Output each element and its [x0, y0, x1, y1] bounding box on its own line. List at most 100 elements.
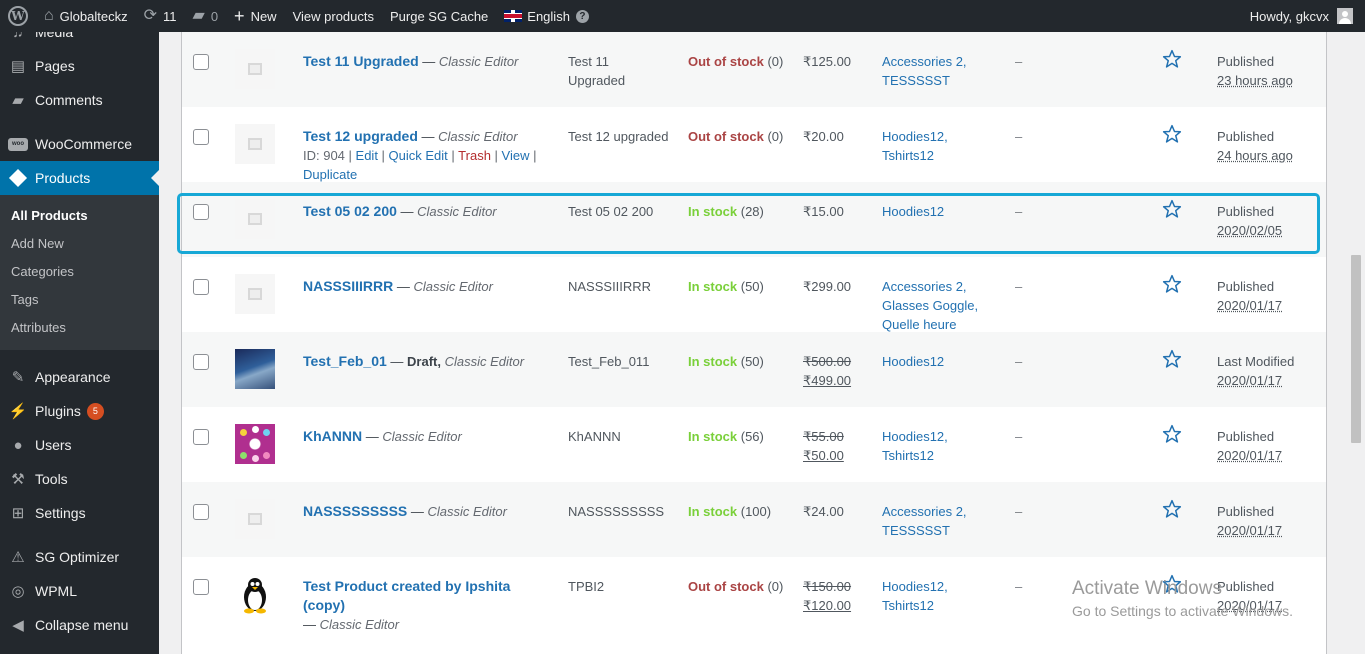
table-row: Test 05 02 200 — Classic Editor Test 05 …: [182, 182, 1326, 257]
wordpress-logo-menu[interactable]: W: [0, 0, 36, 32]
row-checkbox[interactable]: [193, 204, 209, 220]
product-thumbnail[interactable]: [235, 124, 275, 164]
featured-star-icon[interactable]: [1162, 124, 1182, 149]
tags-cell: –: [1015, 54, 1023, 69]
collapse-menu-button[interactable]: ◀ Collapse menu: [0, 608, 159, 642]
featured-star-icon[interactable]: [1162, 199, 1182, 224]
product-name-link[interactable]: Test 12 upgraded: [303, 128, 418, 144]
category-link[interactable]: Accessories 2,: [882, 54, 967, 69]
duplicate-link[interactable]: Duplicate: [303, 167, 357, 182]
submenu-attributes[interactable]: Attributes: [0, 314, 159, 342]
product-name-link[interactable]: NASSSSSSSSS: [303, 503, 407, 519]
image-placeholder-icon: [248, 288, 262, 300]
language-switcher[interactable]: English ?: [496, 0, 597, 32]
menu-products[interactable]: Products: [0, 161, 159, 195]
view-products-link[interactable]: View products: [285, 0, 382, 32]
category-link[interactable]: Glasses Goggle,: [882, 298, 978, 313]
menu-sg-optimizer[interactable]: ⚠ SG Optimizer: [0, 540, 159, 574]
product-thumbnail-penguin[interactable]: [235, 574, 275, 614]
product-thumbnail[interactable]: [235, 499, 275, 539]
menu-users[interactable]: ● Users: [0, 428, 159, 462]
menu-tools[interactable]: ⚒ Tools: [0, 462, 159, 496]
menu-appearance[interactable]: ✎ Appearance: [0, 360, 159, 394]
comment-bubble-icon: ▰: [192, 7, 205, 24]
featured-star-icon[interactable]: [1162, 49, 1182, 74]
view-link[interactable]: View: [502, 148, 530, 163]
menu-wpml-label: WPML: [35, 583, 77, 599]
featured-star-icon[interactable]: [1162, 349, 1182, 374]
category-link[interactable]: Hoodies12,: [882, 429, 948, 444]
name-separator: —: [393, 279, 414, 294]
row-checkbox[interactable]: [193, 354, 209, 370]
category-link[interactable]: Tshirts12: [882, 598, 934, 613]
updates-link[interactable]: ⟳ 11: [136, 0, 185, 32]
sale-price: ₹499.00: [803, 373, 852, 388]
menu-settings-label: Settings: [35, 505, 86, 521]
stock-qty: (100): [737, 504, 772, 519]
site-name-link[interactable]: ⌂ Globalteckz: [36, 0, 136, 32]
regular-price: ₹150.00: [803, 579, 852, 594]
product-name-link[interactable]: KhANNN: [303, 428, 362, 444]
menu-wpml[interactable]: ◎ WPML: [0, 574, 159, 608]
product-name-link[interactable]: Test_Feb_01: [303, 353, 387, 369]
account-menu[interactable]: Howdy, gkcvx: [1250, 8, 1365, 24]
editor-label: Classic Editor: [438, 129, 518, 144]
category-link[interactable]: TESSSSST: [882, 523, 950, 538]
category-link[interactable]: Hoodies12: [882, 204, 944, 219]
table-row: NASSSIIIRRR — Classic Editor NASSSIIIRRR…: [182, 257, 1326, 332]
row-checkbox[interactable]: [193, 504, 209, 520]
menu-settings[interactable]: ⊞ Settings: [0, 496, 159, 530]
activate-windows-watermark: Activate Windows Go to Settings to activ…: [1072, 578, 1293, 619]
featured-star-icon[interactable]: [1162, 499, 1182, 524]
category-link[interactable]: Hoodies12,: [882, 579, 948, 594]
page-scrollbar[interactable]: [1347, 32, 1365, 654]
purge-cache-link[interactable]: Purge SG Cache: [382, 0, 496, 32]
menu-woocommerce[interactable]: woo WooCommerce: [0, 127, 159, 161]
product-thumbnail[interactable]: [235, 49, 275, 89]
product-name-link[interactable]: Test 05 02 200: [303, 203, 397, 219]
sku-cell: KhANNN: [568, 427, 678, 446]
category-link[interactable]: Tshirts12: [882, 448, 934, 463]
product-name-link[interactable]: Test Product created by Ipshita (copy): [303, 578, 510, 613]
submenu-tags[interactable]: Tags: [0, 286, 159, 314]
new-label: New: [250, 8, 277, 24]
product-name-link[interactable]: Test 11 Upgraded: [303, 53, 419, 69]
category-link[interactable]: Tshirts12: [882, 148, 934, 163]
product-name-link[interactable]: NASSSIIIRRR: [303, 278, 393, 294]
product-thumbnail-circles[interactable]: [235, 424, 275, 464]
editor-label: Classic Editor: [427, 504, 507, 519]
submenu-categories[interactable]: Categories: [0, 258, 159, 286]
row-checkbox[interactable]: [193, 279, 209, 295]
comments-link[interactable]: ▰ 0: [185, 0, 227, 32]
regular-price: ₹500.00: [803, 354, 852, 369]
product-thumbnail-building[interactable]: [235, 349, 275, 389]
category-link[interactable]: Quelle heure: [882, 317, 956, 332]
featured-star-icon[interactable]: [1162, 424, 1182, 449]
categories-cell: Hoodies12, Tshirts12: [882, 127, 1002, 165]
quick-edit-link[interactable]: Quick Edit: [389, 148, 448, 163]
category-link[interactable]: TESSSSST: [882, 73, 950, 88]
product-thumbnail[interactable]: [235, 199, 275, 239]
scrollbar-thumb[interactable]: [1351, 255, 1361, 443]
menu-comments[interactable]: ▰ Comments: [0, 83, 159, 117]
trash-link[interactable]: Trash: [458, 148, 491, 163]
category-link[interactable]: Hoodies12: [882, 354, 944, 369]
submenu-all-products[interactable]: All Products: [0, 202, 159, 230]
menu-plugins[interactable]: ⚡ Plugins 5: [0, 394, 159, 428]
menu-pages[interactable]: ▤ Pages: [0, 49, 159, 83]
row-checkbox[interactable]: [193, 129, 209, 145]
row-checkbox[interactable]: [193, 429, 209, 445]
category-link[interactable]: Accessories 2,: [882, 504, 967, 519]
category-link[interactable]: Accessories 2,: [882, 279, 967, 294]
row-checkbox[interactable]: [193, 579, 209, 595]
submenu-add-new[interactable]: Add New: [0, 230, 159, 258]
woocommerce-icon-wrap: woo: [8, 134, 28, 154]
edit-link[interactable]: Edit: [356, 148, 378, 163]
menu-media[interactable]: ♫ Media: [0, 32, 159, 49]
featured-star-icon[interactable]: [1162, 274, 1182, 299]
new-content-link[interactable]: + New: [226, 0, 285, 32]
product-thumbnail[interactable]: [235, 274, 275, 314]
row-checkbox[interactable]: [193, 54, 209, 70]
stock-qty: (0): [763, 579, 784, 594]
category-link[interactable]: Hoodies12,: [882, 129, 948, 144]
